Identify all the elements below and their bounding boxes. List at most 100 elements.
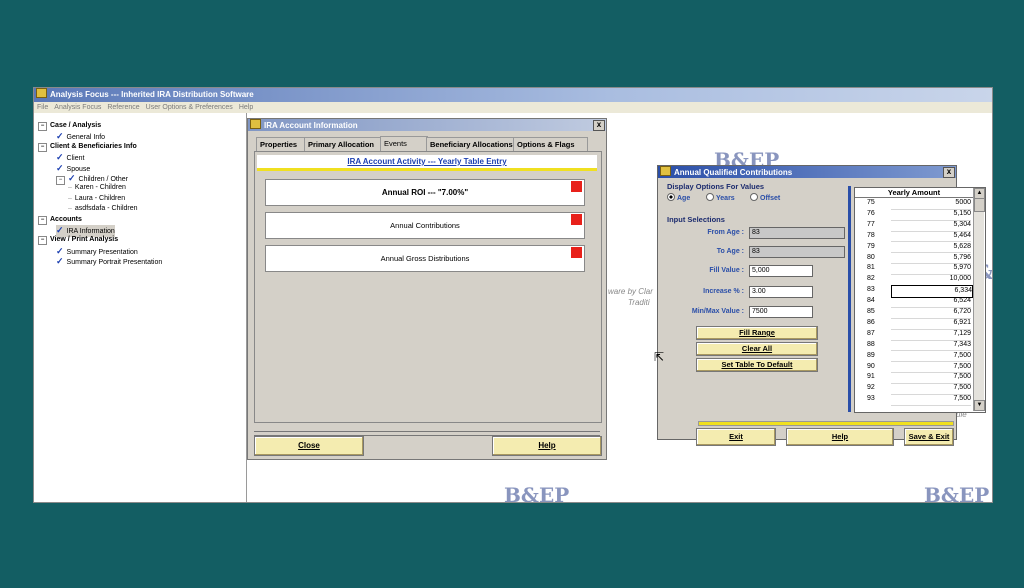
table-header: Yearly Amount: [855, 188, 973, 198]
tree-item[interactable]: − View / Print Analysis: [38, 235, 118, 246]
tree-item-label: Client: [66, 155, 85, 163]
table-row[interactable]: 92 7,500: [855, 383, 973, 396]
tree-item-label: General Info: [66, 134, 106, 142]
radio-label: Offset: [760, 195, 781, 202]
row-age: 83: [867, 286, 875, 294]
scroll-thumb[interactable]: [974, 198, 985, 212]
table-row[interactable]: 82 10,000: [855, 274, 973, 287]
radio-option[interactable]: Offset: [750, 193, 780, 202]
event-row[interactable]: Annual ROI --- "7.00%": [265, 179, 585, 206]
field-input[interactable]: 7500: [749, 306, 813, 318]
collapse-icon[interactable]: −: [38, 122, 47, 131]
menu-item[interactable]: Analysis Focus: [54, 104, 101, 111]
row-age: 91: [867, 373, 875, 381]
close-button[interactable]: Close: [254, 436, 364, 456]
radio-label: Age: [677, 195, 691, 202]
close-icon[interactable]: x: [943, 167, 955, 178]
table-row[interactable]: 88 7,343: [855, 340, 973, 352]
menu-item[interactable]: Help: [239, 104, 253, 111]
tree-item-label: Client & Beneficiaries Info: [50, 142, 137, 150]
tree-item[interactable]: − Case / Analysis: [38, 121, 101, 131]
check-icon: ✓: [56, 245, 64, 256]
tree-item[interactable]: − Accounts: [38, 215, 82, 225]
tree-item-label: Accounts: [50, 215, 82, 223]
close-icon[interactable]: x: [593, 120, 605, 131]
table-row[interactable]: 91 7,500: [855, 372, 973, 385]
radio-label: Years: [716, 195, 735, 202]
table-row[interactable]: 81 5,970: [855, 263, 973, 276]
tree-item-label: Karen - Children: [74, 184, 126, 192]
table-row[interactable]: 85 6,720: [855, 307, 973, 319]
row-amount[interactable]: 7,500: [891, 394, 971, 406]
tab[interactable]: Beneficiary Allocations: [426, 137, 516, 151]
help-button[interactable]: Help: [492, 436, 602, 456]
display-options-label: Display Options For Values: [667, 182, 765, 191]
table-row[interactable]: 87 7,129: [855, 329, 973, 341]
table-row[interactable]: 75 5000: [855, 198, 973, 210]
save-exit-button[interactable]: Save & Exit: [904, 428, 954, 446]
tree-line: –: [68, 205, 72, 213]
table-row[interactable]: 89 7,500: [855, 351, 973, 363]
tree-item[interactable]: – Laura - Children: [68, 194, 125, 204]
field-input: 83: [749, 246, 845, 258]
scrollbar[interactable]: ▲ ▼: [973, 188, 985, 411]
radio-option[interactable]: Years: [706, 193, 735, 202]
field-input[interactable]: 5,000: [749, 265, 813, 277]
flag-icon[interactable]: [571, 247, 582, 258]
tree-item[interactable]: – Karen - Children: [68, 183, 126, 193]
flag-icon[interactable]: [571, 214, 582, 225]
table-row[interactable]: 76 5,150: [855, 209, 973, 221]
collapse-icon[interactable]: −: [38, 215, 47, 225]
exit-button[interactable]: Exit: [696, 428, 776, 446]
table-row[interactable]: 90 7,500: [855, 362, 973, 374]
tree-item[interactable]: − Client & Beneficiaries Info: [38, 142, 137, 152]
help-button[interactable]: Help: [786, 428, 894, 446]
event-row[interactable]: Annual Gross Distributions: [265, 245, 585, 272]
tab[interactable]: Events: [380, 136, 428, 151]
watermark-logo: B&EP: [504, 483, 570, 503]
tab[interactable]: Properties: [256, 137, 306, 151]
tree-item[interactable]: ✓ Summary Portrait Presentation: [56, 256, 162, 268]
row-age: 78: [867, 231, 875, 239]
menu-item[interactable]: User Options & Preferences: [146, 104, 233, 111]
tab[interactable]: Options & Flags: [513, 137, 588, 151]
radio-icon[interactable]: [750, 193, 758, 201]
field-input[interactable]: 3.00: [749, 285, 813, 298]
table-row[interactable]: 93 7,500: [855, 394, 973, 406]
radio-icon[interactable]: [667, 193, 675, 201]
table-row[interactable]: 77 5,304: [855, 220, 973, 232]
check-icon: ✓: [56, 225, 64, 235]
table-row[interactable]: 86 6,921: [855, 318, 973, 330]
menu-item[interactable]: File: [37, 104, 48, 111]
tab[interactable]: Primary Allocation: [304, 137, 382, 151]
app-title: Analysis Focus --- Inherited IRA Distrib…: [50, 90, 254, 99]
collapse-icon[interactable]: −: [56, 176, 65, 185]
scroll-down-icon[interactable]: ▼: [974, 400, 985, 411]
flag-icon[interactable]: [571, 181, 582, 192]
watermark-logo: B&EP: [924, 483, 990, 503]
set-default-button[interactable]: Set Table To Default: [696, 358, 818, 372]
event-label: Annual ROI --- "7.00%": [381, 188, 469, 197]
tree-item[interactable]: – asdfsdafa - Children: [68, 204, 138, 214]
background-text: ware by Clar: [608, 287, 653, 296]
tree-item-label: IRA Information: [66, 228, 115, 235]
tree-item-label: Laura - Children: [74, 194, 126, 202]
fill-range-button[interactable]: Fill Range: [696, 326, 818, 340]
collapse-icon[interactable]: −: [38, 236, 47, 246]
table-row[interactable]: 80 5,796: [855, 253, 973, 265]
radio-icon[interactable]: [706, 193, 714, 201]
event-row[interactable]: Annual Contributions: [265, 212, 585, 239]
row-age: 84: [867, 297, 875, 305]
clear-all-button[interactable]: Clear All: [696, 342, 818, 356]
collapse-icon[interactable]: −: [38, 142, 47, 152]
menu-item[interactable]: Reference: [107, 104, 139, 111]
menu-bar: File Analysis Focus Reference User Options …: [34, 102, 992, 113]
table-row[interactable]: 83 6,334: [855, 285, 973, 298]
divider: [698, 421, 954, 426]
row-age: 81: [867, 264, 875, 272]
table-row[interactable]: 84 6,524: [855, 296, 973, 308]
tree-item-label: Children / Other: [78, 176, 128, 183]
table-row[interactable]: 79 5,628: [855, 242, 973, 254]
table-row[interactable]: 78 5,464: [855, 231, 973, 243]
radio-option[interactable]: Age: [667, 193, 690, 202]
